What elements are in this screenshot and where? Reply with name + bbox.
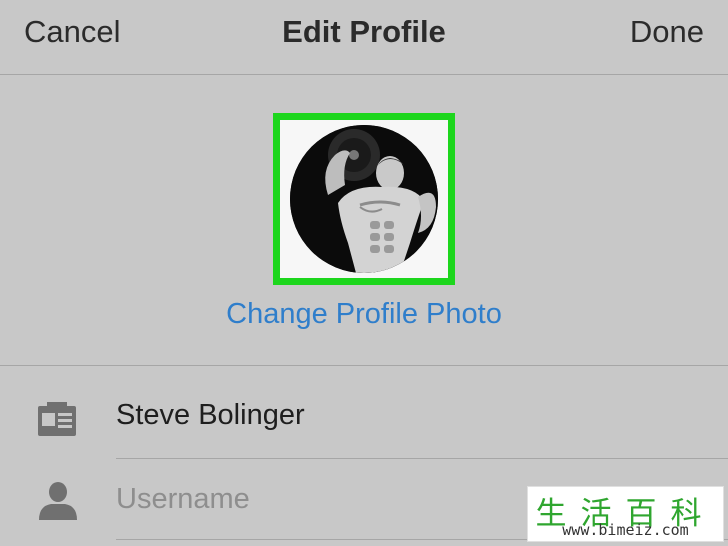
profile-photo-highlight[interactable] — [273, 113, 455, 285]
done-button[interactable]: Done — [630, 14, 704, 50]
watermark-url: www.bimeiz.com — [562, 521, 689, 539]
profile-photo-image — [290, 125, 438, 273]
field-divider — [116, 458, 728, 459]
id-card-icon — [38, 402, 76, 441]
full-name-field[interactable]: Steve Bolinger — [116, 397, 305, 433]
section-divider — [0, 365, 728, 366]
profile-photo-container — [280, 120, 448, 278]
navigation-bar: Cancel Edit Profile Done — [0, 0, 728, 75]
person-icon — [39, 482, 77, 525]
watermark-logo: 生活百科 www.bimeiz.com — [527, 486, 724, 542]
profile-photo[interactable] — [290, 125, 438, 273]
change-profile-photo-link[interactable]: Change Profile Photo — [0, 296, 728, 332]
page-title: Edit Profile — [282, 14, 446, 49]
username-field[interactable]: Username — [116, 481, 250, 517]
